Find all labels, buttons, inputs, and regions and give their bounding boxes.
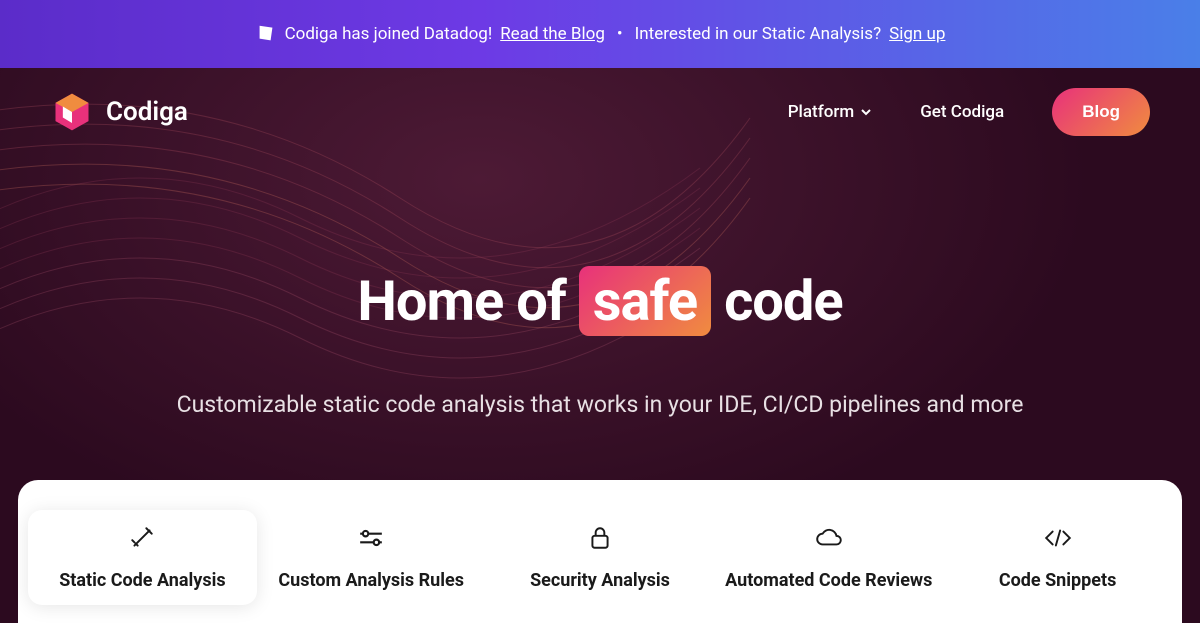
tab-snippets[interactable]: Code Snippets	[943, 510, 1172, 605]
hero-title-pre: Home of	[357, 268, 565, 334]
wand-icon	[38, 524, 247, 552]
hero-title-highlight: safe	[579, 266, 711, 336]
signup-link[interactable]: Sign up	[889, 24, 945, 44]
sliders-icon	[267, 524, 476, 552]
main-hero: Codiga Platform Get Codiga Blog Home of …	[0, 68, 1200, 623]
banner-separator: •	[617, 24, 623, 44]
codiga-logo-icon	[50, 90, 94, 134]
nav-platform-label: Platform	[788, 102, 854, 122]
tab-label: Automated Code Reviews	[724, 570, 933, 591]
nav-get-codiga[interactable]: Get Codiga	[920, 102, 1004, 122]
hero-subtitle: Customizable static code analysis that w…	[0, 391, 1200, 418]
tab-code-reviews[interactable]: Automated Code Reviews	[714, 510, 943, 605]
top-nav: Codiga Platform Get Codiga Blog	[0, 68, 1200, 156]
banner-text: Codiga has joined Datadog!	[285, 24, 493, 44]
tab-label: Static Code Analysis	[38, 570, 247, 591]
datadog-icon	[255, 23, 277, 45]
brand-name: Codiga	[106, 97, 188, 127]
lock-icon	[496, 524, 705, 552]
logo[interactable]: Codiga	[50, 90, 188, 134]
code-icon	[953, 524, 1162, 552]
nav-get-codiga-label: Get Codiga	[920, 102, 1004, 122]
tab-label: Security Analysis	[496, 570, 705, 591]
hero-title: Home of safe code	[0, 266, 1200, 336]
chevron-down-icon	[860, 106, 872, 118]
hero-section: Home of safe code Customizable static co…	[0, 266, 1200, 418]
banner-text-2: Interested in our Static Analysis?	[635, 24, 881, 44]
read-blog-link[interactable]: Read the Blog	[500, 24, 605, 44]
cloud-icon	[724, 524, 933, 552]
feature-tabs: Static Code Analysis Custom Analysis Rul…	[18, 480, 1182, 623]
tab-security[interactable]: Security Analysis	[486, 510, 715, 605]
tab-custom-rules[interactable]: Custom Analysis Rules	[257, 510, 486, 605]
announcement-banner: Codiga has joined Datadog! Read the Blog…	[0, 0, 1200, 68]
hero-title-post: code	[724, 268, 843, 334]
tab-label: Custom Analysis Rules	[267, 570, 476, 591]
nav-platform[interactable]: Platform	[788, 102, 872, 122]
nav-links: Platform Get Codiga Blog	[788, 88, 1150, 136]
tab-static-analysis[interactable]: Static Code Analysis	[28, 510, 257, 605]
tab-label: Code Snippets	[953, 570, 1162, 591]
blog-button[interactable]: Blog	[1052, 88, 1150, 136]
